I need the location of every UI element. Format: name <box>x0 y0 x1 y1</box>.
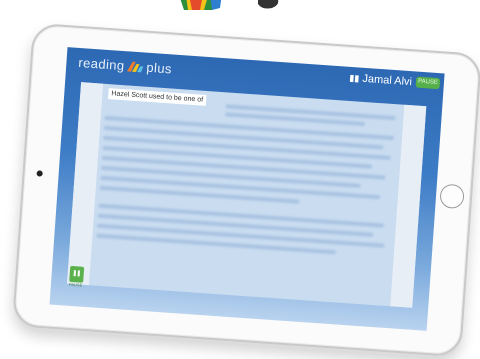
user-info: Jamal Alvi <box>350 72 412 88</box>
pause-icon[interactable] <box>69 265 85 283</box>
pause-label: PAUSE <box>68 281 83 288</box>
camera-icon <box>36 170 43 177</box>
photo-scene: reading plus Jamal Alvi PAUSE Hazel Scot… <box>0 0 480 359</box>
tablet-device: reading plus Jamal Alvi PAUSE Hazel Scot… <box>11 22 480 358</box>
blurred-text-area <box>93 90 400 300</box>
user-name: Jamal Alvi <box>362 72 413 89</box>
top-logo-icon <box>180 0 279 10</box>
app-logo[interactable]: reading plus <box>78 55 172 76</box>
logo-text-reading: reading <box>77 54 126 74</box>
top-pause-button[interactable]: PAUSE <box>415 76 441 90</box>
home-button[interactable] <box>439 183 465 210</box>
logo-text-plus: plus <box>145 59 173 77</box>
tablet-screen: reading plus Jamal Alvi PAUSE Hazel Scot… <box>49 47 445 331</box>
book-icon <box>350 74 360 83</box>
reading-plus-mark-icon <box>127 61 144 72</box>
